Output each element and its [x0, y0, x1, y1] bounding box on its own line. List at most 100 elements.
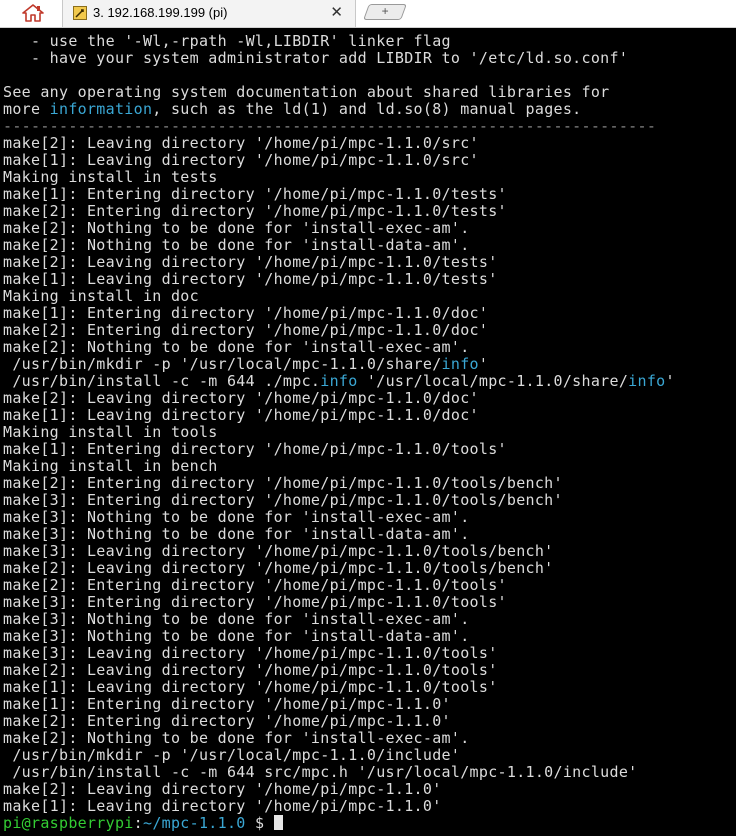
terminal-line: /usr/bin/install -c -m 644 src/mpc.h '/u… — [3, 764, 638, 781]
terminal-line: make[1]: Leaving directory '/home/pi/mpc… — [3, 798, 442, 815]
close-icon[interactable]: ✕ — [330, 3, 343, 21]
terminal-line: make[3]: Nothing to be done for 'install… — [3, 628, 470, 645]
terminal-line: make[2]: Leaving directory '/home/pi/mpc… — [3, 254, 498, 271]
terminal-line: make[2]: Nothing to be done for 'install… — [3, 237, 470, 254]
tab-title: 3. 192.168.199.199 (pi) — [93, 5, 228, 20]
terminal-output[interactable]: - use the '-Wl,-rpath -Wl,LIBDIR' linker… — [0, 28, 736, 836]
line-text: make[3]: Nothing to be done for 'install… — [3, 610, 470, 628]
new-tab-button[interactable]: + — [363, 4, 407, 20]
terminal-line: make[1]: Entering directory '/home/pi/mp… — [3, 696, 451, 713]
line-text: Making install in tools — [3, 423, 218, 441]
prompt-user-host: pi@raspberrypi — [3, 814, 134, 832]
line-text: make[1]: Leaving directory '/home/pi/mpc… — [3, 797, 442, 815]
terminal-line: make[2]: Entering directory '/home/pi/mp… — [3, 203, 507, 220]
terminal-line: Making install in tools — [3, 424, 218, 441]
line-text: more — [3, 100, 50, 118]
terminal-line: make[2]: Leaving directory '/home/pi/mpc… — [3, 135, 479, 152]
terminal-line: - use the '-Wl,-rpath -Wl,LIBDIR' linker… — [3, 33, 451, 50]
line-text: make[2]: Leaving directory '/home/pi/mpc… — [3, 661, 498, 679]
line-text: '/usr/local/mpc-1.1.0/share/ — [357, 372, 629, 390]
line-text: make[3]: Leaving directory '/home/pi/mpc… — [3, 542, 554, 560]
terminal-line: make[2]: Leaving directory '/home/pi/mpc… — [3, 662, 498, 679]
prompt-separator: : — [133, 814, 143, 832]
line-text: make[2]: Entering directory '/home/pi/mp… — [3, 474, 563, 492]
line-text: make[2]: Entering directory '/home/pi/mp… — [3, 576, 507, 594]
terminal-line: /usr/bin/mkdir -p '/usr/local/mpc-1.1.0/… — [3, 747, 460, 764]
terminal-line: make[1]: Entering directory '/home/pi/mp… — [3, 186, 507, 203]
line-text: /usr/bin/mkdir -p '/usr/local/mpc-1.1.0/… — [3, 355, 442, 373]
terminal-line: make[1]: Leaving directory '/home/pi/mpc… — [3, 407, 479, 424]
highlighted-text: info — [628, 372, 666, 390]
terminal-session-icon — [73, 6, 87, 20]
terminal-line: make[2]: Nothing to be done for 'install… — [3, 339, 470, 356]
terminal-line: make[1]: Leaving directory '/home/pi/mpc… — [3, 152, 479, 169]
line-text: make[1]: Leaving directory '/home/pi/mpc… — [3, 678, 498, 696]
line-text: make[2]: Nothing to be done for 'install… — [3, 338, 470, 356]
terminal-line: make[2]: Nothing to be done for 'install… — [3, 220, 470, 237]
terminal-line: - have your system administrator add LIB… — [3, 50, 628, 67]
line-text: /usr/bin/install -c -m 644 ./mpc. — [3, 372, 321, 390]
line-text: Making install in doc — [3, 287, 199, 305]
line-text: make[1]: Leaving directory '/home/pi/mpc… — [3, 270, 498, 288]
terminal-line: make[3]: Nothing to be done for 'install… — [3, 509, 470, 526]
line-text: make[2]: Leaving directory '/home/pi/mpc… — [3, 559, 554, 577]
highlighted-text: information — [49, 100, 153, 118]
terminal-line: make[3]: Leaving directory '/home/pi/mpc… — [3, 543, 554, 560]
line-text: make[2]: Nothing to be done for 'install… — [3, 729, 470, 747]
terminal-line: make[2]: Entering directory '/home/pi/mp… — [3, 322, 488, 339]
terminal-line: /usr/bin/install -c -m 644 ./mpc.info '/… — [3, 373, 675, 390]
terminal-line: make[2]: Leaving directory '/home/pi/mpc… — [3, 781, 442, 798]
prompt-line[interactable]: pi@raspberrypi:~/mpc-1.1.0 $ — [3, 815, 283, 832]
home-button[interactable] — [20, 3, 46, 23]
terminal-line: Making install in bench — [3, 458, 218, 475]
line-text: make[2]: Nothing to be done for 'install… — [3, 219, 470, 237]
highlighted-text: info — [320, 372, 358, 390]
line-text: make[2]: Entering directory '/home/pi/mp… — [3, 321, 489, 339]
prompt-symbol: $ — [245, 814, 274, 832]
line-text: make[2]: Leaving directory '/home/pi/mpc… — [3, 780, 442, 798]
highlighted-text: ----------------------------------------… — [3, 117, 657, 135]
line-text: make[1]: Entering directory '/home/pi/mp… — [3, 185, 507, 203]
line-text: make[1]: Entering directory '/home/pi/mp… — [3, 695, 451, 713]
line-text: make[2]: Nothing to be done for 'install… — [3, 236, 470, 254]
line-text: - use the '-Wl,-rpath -Wl,LIBDIR' linker… — [3, 32, 451, 50]
line-text: make[1]: Leaving directory '/home/pi/mpc… — [3, 406, 479, 424]
line-text: make[3]: Nothing to be done for 'install… — [3, 627, 470, 645]
line-text: make[1]: Entering directory '/home/pi/mp… — [3, 440, 507, 458]
tab-session[interactable]: 3. 192.168.199.199 (pi) ✕ — [62, 0, 356, 27]
line-text: make[2]: Leaving directory '/home/pi/mpc… — [3, 389, 479, 407]
terminal-line: make[3]: Entering directory '/home/pi/mp… — [3, 594, 507, 611]
line-text: make[3]: Nothing to be done for 'install… — [3, 508, 470, 526]
terminal-line: make[2]: Nothing to be done for 'install… — [3, 730, 470, 747]
line-text: make[3]: Leaving directory '/home/pi/mpc… — [3, 644, 498, 662]
line-text: make[3]: Nothing to be done for 'install… — [3, 525, 470, 543]
line-text: , such as the ld(1) and ld.so(8) manual … — [152, 100, 582, 118]
line-text: Making install in bench — [3, 457, 218, 475]
line-text: make[2]: Entering directory '/home/pi/mp… — [3, 712, 451, 730]
terminal-line: /usr/bin/mkdir -p '/usr/local/mpc-1.1.0/… — [3, 356, 488, 373]
line-text: make[3]: Entering directory '/home/pi/mp… — [3, 491, 563, 509]
line-text: make[1]: Entering directory '/home/pi/mp… — [3, 304, 489, 322]
terminal-line: make[1]: Entering directory '/home/pi/mp… — [3, 441, 507, 458]
terminal-line: make[2]: Entering directory '/home/pi/mp… — [3, 577, 507, 594]
terminal-line: make[2]: Entering directory '/home/pi/mp… — [3, 475, 563, 492]
terminal-line: make[1]: Leaving directory '/home/pi/mpc… — [3, 271, 498, 288]
line-text: make[1]: Leaving directory '/home/pi/mpc… — [3, 151, 479, 169]
line-text: make[2]: Entering directory '/home/pi/mp… — [3, 202, 507, 220]
terminal-line: make[3]: Leaving directory '/home/pi/mpc… — [3, 645, 498, 662]
line-text: See any operating system documentation a… — [3, 83, 610, 101]
line-text: make[2]: Leaving directory '/home/pi/mpc… — [3, 253, 498, 271]
terminal-line: make[1]: Entering directory '/home/pi/mp… — [3, 305, 488, 322]
line-text: /usr/bin/mkdir -p '/usr/local/mpc-1.1.0/… — [3, 746, 461, 764]
terminal-line: make[2]: Leaving directory '/home/pi/mpc… — [3, 560, 554, 577]
terminal-line: make[3]: Entering directory '/home/pi/mp… — [3, 492, 563, 509]
terminal-line: make[1]: Leaving directory '/home/pi/mpc… — [3, 679, 498, 696]
line-text: make[3]: Entering directory '/home/pi/mp… — [3, 593, 507, 611]
line-text: ' — [478, 355, 489, 373]
terminal-line: See any operating system documentation a… — [3, 84, 610, 101]
text-cursor — [273, 815, 283, 830]
terminal-line: make[3]: Nothing to be done for 'install… — [3, 526, 470, 543]
terminal-line: ----------------------------------------… — [3, 118, 656, 135]
terminal-line: make[3]: Nothing to be done for 'install… — [3, 611, 470, 628]
highlighted-text: info — [441, 355, 479, 373]
